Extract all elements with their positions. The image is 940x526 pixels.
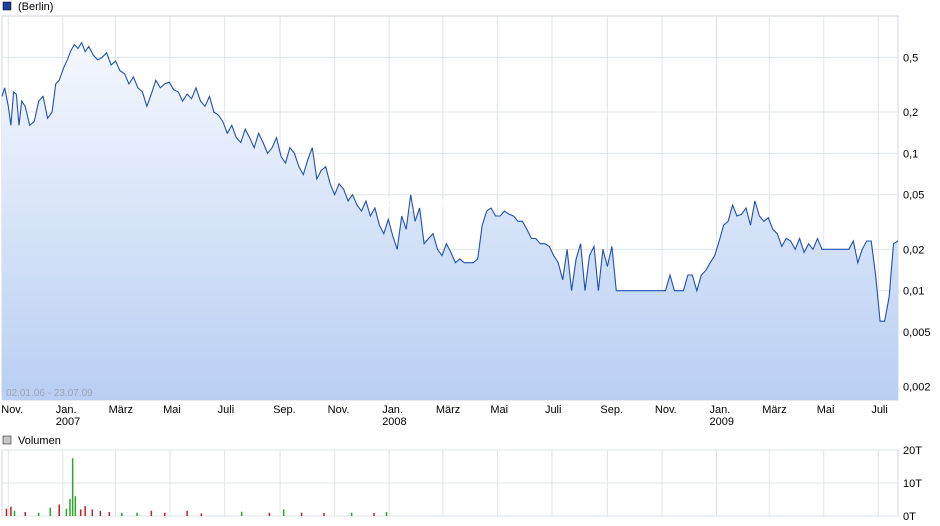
volume-bar: [121, 512, 123, 516]
price-panel: ARIVA.DE 02.01.06 - 23.07.09 0,50,20,10,…: [1, 15, 931, 428]
volume-legend-label: Volumen: [18, 435, 61, 447]
date-range-label: 02.01.06 - 23.07.09: [6, 388, 93, 399]
x-tick-label: März: [109, 404, 133, 416]
volume-bar: [10, 506, 12, 516]
volume-bar: [79, 509, 82, 516]
y-tick-label: 0,1: [903, 148, 918, 160]
volume-y-tick-label: 20T: [903, 445, 922, 457]
x-tick-label: Jan.: [709, 404, 730, 416]
x-tick-label: Sep.: [273, 404, 296, 416]
volume-bar: [65, 508, 68, 516]
volume-bar: [5, 508, 8, 516]
volume-bar: [74, 496, 77, 516]
x-tick-label: Sep.: [600, 404, 623, 416]
x-tick-label: Juli: [218, 404, 235, 416]
volume-panel: 20T 10T 0T: [1, 445, 922, 523]
volume-bar: [58, 504, 60, 516]
volume-bar: [240, 511, 243, 516]
price-legend-swatch: [2, 1, 12, 11]
volume-bar: [385, 512, 388, 516]
volume-bar: [49, 507, 52, 516]
volume-bar: [13, 510, 16, 516]
volume-bar: [150, 510, 153, 516]
volume-bar: [323, 513, 325, 516]
y-tick-label: 0,005: [903, 327, 931, 339]
volume-bar: [84, 506, 86, 516]
volume-bar: [91, 509, 94, 516]
volume-bar: [200, 513, 203, 516]
x-tick-label: Mai: [817, 404, 835, 416]
volume-bar: [163, 512, 166, 516]
x-tick-year-label: 2008: [382, 416, 406, 428]
x-axis: Nov. Jan.2007März Mai Juli Sep. Nov. Jan.2008M…: [1, 404, 888, 428]
volume-bar: [24, 512, 26, 516]
y-tick-label: 0,05: [903, 190, 924, 202]
x-tick-label: März: [436, 404, 460, 416]
x-tick-year-label: 2007: [56, 416, 80, 428]
x-tick-label: Jan.: [56, 404, 77, 416]
x-tick-year-label: 2009: [709, 416, 733, 428]
volume-bar: [136, 512, 138, 516]
watermark: ARIVA.DE: [381, 191, 494, 216]
x-tick-label: März: [762, 404, 786, 416]
price-legend-label: (Berlin): [18, 1, 53, 13]
x-tick-label: Nov.: [655, 404, 677, 416]
y-tick-label: 0,2: [903, 107, 918, 119]
x-tick-label: Mai: [490, 404, 508, 416]
x-tick-label: Nov.: [1, 404, 23, 416]
volume-legend-swatch: [2, 435, 12, 445]
volume-y-tick-label: 10T: [903, 478, 922, 490]
volume-bar: [69, 498, 71, 516]
x-tick-label: Mai: [163, 404, 181, 416]
volume-bar: [268, 512, 271, 516]
volume-bar: [186, 510, 188, 516]
volume-bar: [37, 512, 40, 516]
x-tick-label: Juli: [871, 404, 888, 416]
chart: (Berlin) ARIVA.DE 02.01.06 - 23.07.09 0,…: [1, 1, 931, 523]
y-tick-label: 0,01: [903, 286, 924, 298]
x-tick-label: Jan.: [382, 404, 403, 416]
volume-bar: [108, 512, 111, 516]
x-tick-label: Nov.: [328, 404, 350, 416]
volume-bar: [71, 458, 74, 516]
x-tick-label: Juli: [545, 404, 562, 416]
volume-y-axis: 20T 10T 0T: [903, 445, 922, 523]
y-tick-label: 0,02: [903, 244, 924, 256]
volume-y-tick-label: 0T: [903, 511, 916, 523]
y-tick-label: 0,5: [903, 52, 918, 64]
y-axis: 0,5 0,2 0,1 0,05 0,02 0,01 0,005 0,002: [903, 52, 931, 393]
volume-bar: [282, 509, 285, 516]
volume-bar: [373, 513, 375, 516]
y-tick-label: 0,002: [903, 382, 931, 394]
volume-bar: [300, 512, 303, 516]
volume-bar: [99, 511, 102, 516]
volume-bar: [350, 512, 353, 516]
